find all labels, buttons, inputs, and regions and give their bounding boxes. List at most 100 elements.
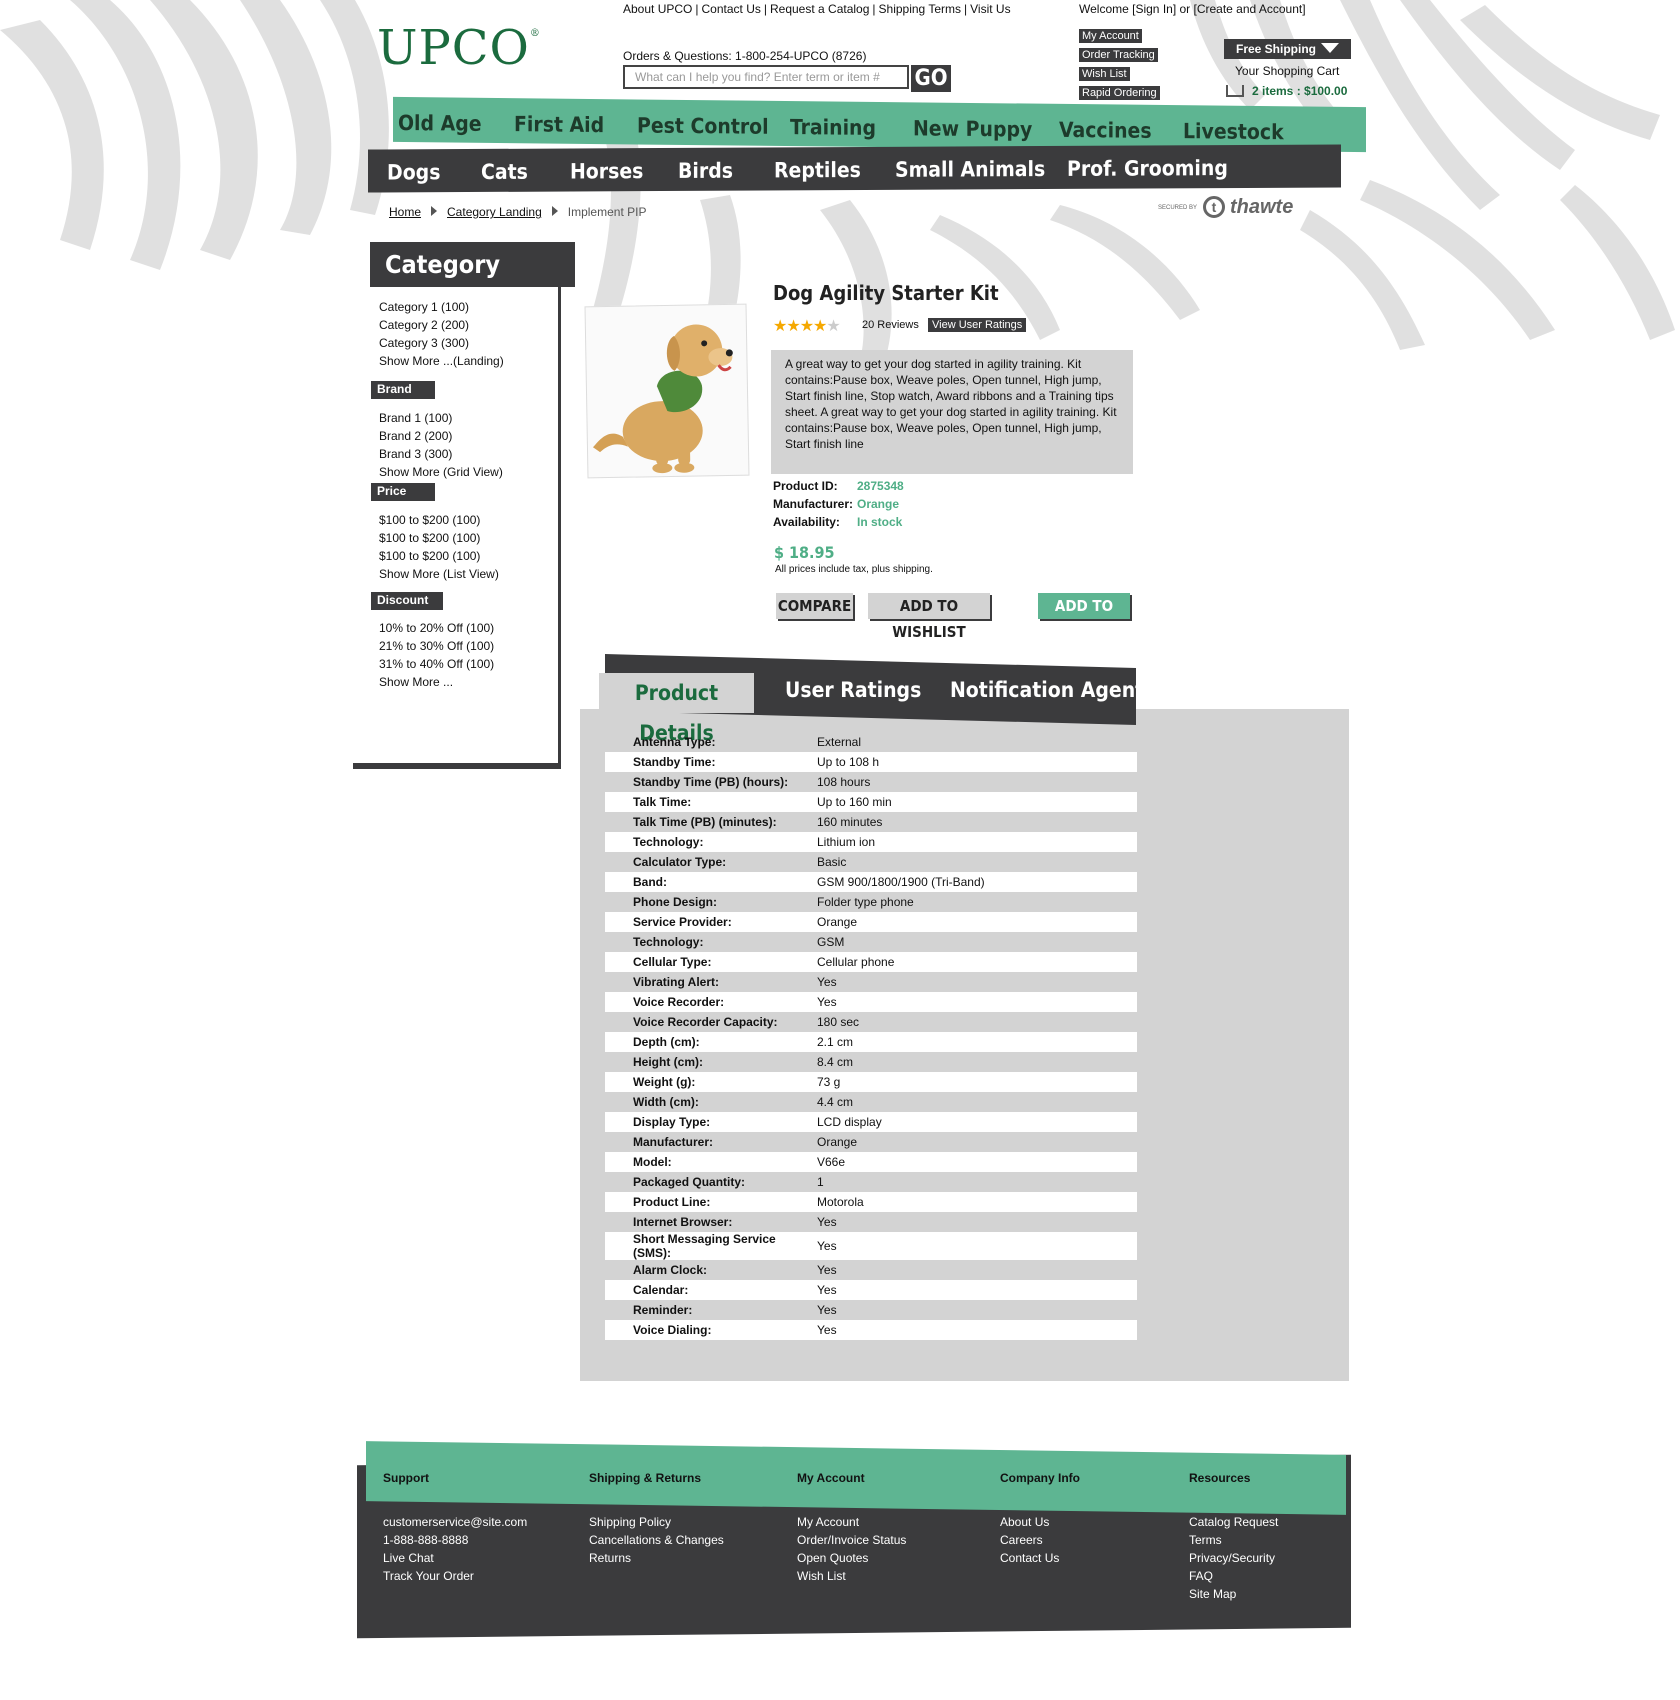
spec-row: Short Messaging Service (SMS): Yes xyxy=(605,1232,1137,1260)
nav-new-puppy[interactable]: New Puppy xyxy=(913,116,1032,141)
discount-item[interactable]: 21% to 30% Off (100) xyxy=(379,637,494,655)
nav-pest-control[interactable]: Pest Control xyxy=(637,113,769,138)
thawte-seal[interactable]: SECURED BY t thawte xyxy=(1158,193,1308,223)
account-links: My Account Order Tracking Wish List Rapi… xyxy=(1079,29,1160,105)
add-to-wishlist-button[interactable]: ADD TO WISHLIST xyxy=(868,593,990,641)
catalog-link[interactable]: Request a Catalog xyxy=(770,2,869,16)
footer-link[interactable]: 1-888-888-8888 xyxy=(383,1531,573,1549)
shipping-terms-link[interactable]: Shipping Terms xyxy=(879,2,962,16)
tab-product-details[interactable]: Product Details xyxy=(599,673,754,745)
spec-value: GSM xyxy=(817,935,845,949)
nav-old-age[interactable]: Old Age xyxy=(398,111,482,136)
nav-small-animals[interactable]: Small Animals xyxy=(895,157,1045,182)
nav-cats[interactable]: Cats xyxy=(481,160,528,184)
discount-item[interactable]: 31% to 40% Off (100) xyxy=(379,655,494,673)
order-tracking-link[interactable]: Order Tracking xyxy=(1079,48,1158,62)
brand-item[interactable]: Brand 3 (300) xyxy=(379,445,503,463)
welcome-text[interactable]: Welcome [Sign In] or [Create and Account… xyxy=(1079,2,1306,16)
footer-link[interactable]: Shipping Policy xyxy=(589,1513,779,1531)
footer-link[interactable]: Contact Us xyxy=(1000,1549,1170,1567)
upco-logo[interactable]: UPCO® xyxy=(377,20,541,76)
availability-label: Availability: xyxy=(773,515,840,529)
footer-link[interactable]: Returns xyxy=(589,1549,779,1567)
spec-row: Depth (cm): 2.1 cm xyxy=(605,1032,1137,1052)
tab-user-ratings[interactable]: User Ratings xyxy=(785,678,921,702)
spec-label: Voice Recorder: xyxy=(605,992,817,1012)
category-item[interactable]: Category 1 (100) xyxy=(379,298,504,316)
spec-label: Model: xyxy=(605,1152,817,1172)
rapid-ordering-link[interactable]: Rapid Ordering xyxy=(1079,86,1160,100)
wish-list-link[interactable]: Wish List xyxy=(1079,67,1130,81)
arrow-right-icon xyxy=(431,206,438,216)
breadcrumb-home[interactable]: Home xyxy=(389,205,421,219)
footer-link[interactable]: Catalog Request xyxy=(1189,1513,1339,1531)
spec-row: Voice Recorder: Yes xyxy=(605,992,1137,1012)
reviews-count[interactable]: 20 Reviews xyxy=(862,319,919,331)
product-image[interactable] xyxy=(584,303,750,479)
nav-livestock[interactable]: Livestock xyxy=(1183,119,1284,144)
about-link[interactable]: About UPCO xyxy=(623,2,692,16)
footer-link[interactable]: About Us xyxy=(1000,1513,1170,1531)
free-shipping-dropdown[interactable]: Free Shipping xyxy=(1224,39,1351,59)
discount-item[interactable]: 10% to 20% Off (100) xyxy=(379,619,494,637)
cart-title[interactable]: Your Shopping Cart xyxy=(1235,64,1339,78)
cart-summary[interactable]: 2 items : $100.00 xyxy=(1226,83,1347,98)
view-ratings-button[interactable]: View User Ratings xyxy=(928,318,1027,332)
spec-value: Yes xyxy=(817,975,837,989)
nav-prof-grooming[interactable]: Prof. Grooming xyxy=(1067,156,1228,181)
nav-reptiles[interactable]: Reptiles xyxy=(774,158,861,182)
add-to-cart-button[interactable]: ADD TO CART xyxy=(1038,593,1130,641)
price-item[interactable]: $100 to $200 (100) xyxy=(379,511,499,529)
visit-link[interactable]: Visit Us xyxy=(970,2,1010,16)
spec-table: Antenna Type: External Standby Time: Up to … xyxy=(605,732,1137,1340)
brand-item[interactable]: Brand 2 (200) xyxy=(379,427,503,445)
footer-link[interactable]: customerservice@site.com xyxy=(383,1513,573,1531)
price-item[interactable]: $100 to $200 (100) xyxy=(379,529,499,547)
spec-value: Motorola xyxy=(817,1192,1137,1212)
category-item[interactable]: Category 2 (200) xyxy=(379,316,504,334)
spec-row: Cellular Type: Cellular phone xyxy=(605,952,1137,972)
go-button[interactable]: GO xyxy=(911,65,951,92)
spec-row: Product Line: Motorola xyxy=(605,1192,1137,1212)
footer-link[interactable]: Live Chat xyxy=(383,1549,573,1567)
footer-link[interactable]: Cancellations & Changes xyxy=(589,1531,779,1549)
footer-link[interactable]: FAQ xyxy=(1189,1567,1339,1585)
brand-show-more[interactable]: Show More (Grid View) xyxy=(379,463,503,481)
nav-first-aid[interactable]: First Aid xyxy=(514,112,604,137)
footer-link[interactable]: My Account xyxy=(797,1513,977,1531)
spec-value: Yes xyxy=(817,1263,837,1277)
breadcrumb-category[interactable]: Category Landing xyxy=(447,205,542,219)
footer-link[interactable]: Terms xyxy=(1189,1531,1339,1549)
my-account-link[interactable]: My Account xyxy=(1079,29,1142,43)
nav-dogs[interactable]: Dogs xyxy=(387,160,440,184)
footer-link[interactable]: Careers xyxy=(1000,1531,1170,1549)
search-input[interactable]: What can I help you find? Enter term or … xyxy=(623,65,909,89)
rating-stars[interactable]: ★★★★★ xyxy=(773,316,841,336)
contact-link[interactable]: Contact Us xyxy=(702,2,761,16)
brand-item[interactable]: Brand 1 (100) xyxy=(379,409,503,427)
spec-label: Vibrating Alert: xyxy=(633,975,720,989)
footer-link[interactable]: Wish List xyxy=(797,1567,977,1585)
footer-heading: My Account xyxy=(797,1471,865,1485)
footer-link[interactable]: Site Map xyxy=(1189,1585,1339,1603)
compare-button[interactable]: COMPARE xyxy=(776,593,853,619)
category-item[interactable]: Category 3 (300) xyxy=(379,334,504,352)
footer-link[interactable]: Privacy/Security xyxy=(1189,1549,1339,1567)
nav-training[interactable]: Training xyxy=(790,115,876,140)
category-show-more[interactable]: Show More ...(Landing) xyxy=(379,352,504,370)
secondary-nav: Dogs Cats Horses Birds Reptiles Small An… xyxy=(368,144,1341,193)
discount-show-more[interactable]: Show More ... xyxy=(379,673,494,691)
tab-notification-agent[interactable]: Notification Agent xyxy=(950,678,1144,702)
nav-birds[interactable]: Birds xyxy=(678,159,733,183)
footer-col-resources: Resources Catalog Request Terms Privacy/… xyxy=(1189,1471,1339,1603)
footer-link[interactable]: Order/Invoice Status xyxy=(797,1531,977,1549)
nav-horses[interactable]: Horses xyxy=(570,159,643,183)
price-show-more[interactable]: Show More (List View) xyxy=(379,565,499,583)
nav-vaccines[interactable]: Vaccines xyxy=(1059,118,1152,143)
footer-link[interactable]: Track Your Order xyxy=(383,1567,573,1585)
spec-row: Technology: Lithium ion xyxy=(605,832,1137,852)
discount-list: 10% to 20% Off (100) 21% to 30% Off (100… xyxy=(379,619,494,691)
price-item[interactable]: $100 to $200 (100) xyxy=(379,547,499,565)
star-icon: ★ xyxy=(799,318,814,335)
footer-link[interactable]: Open Quotes xyxy=(797,1549,977,1567)
